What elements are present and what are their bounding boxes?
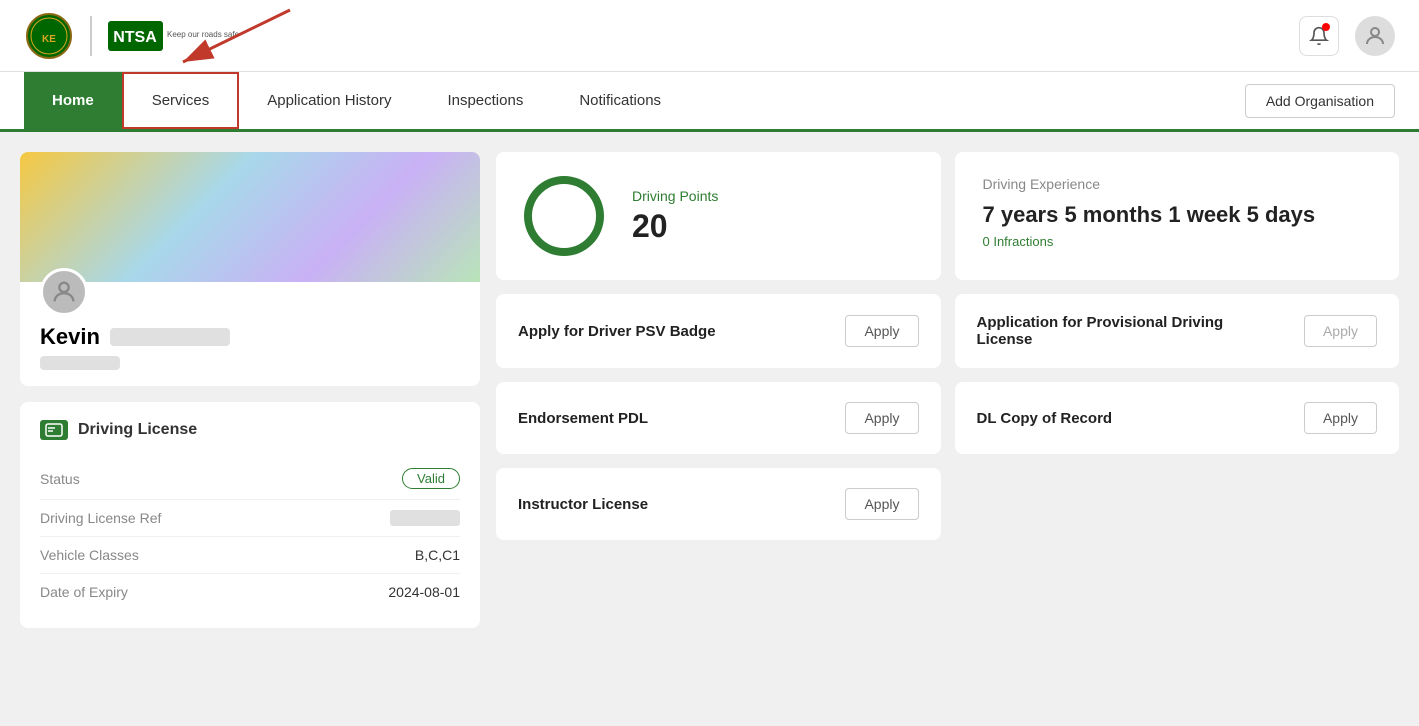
nav-left: Home Services Application History Inspec…	[24, 72, 689, 129]
nav-inspections[interactable]: Inspections	[419, 72, 551, 129]
service-card-4: Instructor License Apply	[496, 468, 941, 540]
nav-home-label: Home	[52, 92, 94, 109]
profile-card: Kevin	[20, 152, 480, 386]
apply-label-2: Apply	[864, 410, 899, 426]
license-title: Driving License	[78, 421, 197, 439]
ntsa-logo: NTSA Keep our roads safe	[108, 13, 239, 58]
service-card-3: DL Copy of Record Apply	[955, 382, 1400, 454]
experience-value: 7 years 5 months 1 week 5 days	[983, 202, 1372, 228]
main-content: Kevin Driving License Status	[0, 132, 1419, 726]
points-label: Driving Points	[632, 188, 718, 204]
license-card: Driving License Status Valid Driving Lic…	[20, 402, 480, 628]
vehicle-classes-value: B,C,C1	[415, 547, 460, 563]
id-blur	[40, 356, 120, 370]
add-org-label: Add Organisation	[1266, 93, 1374, 109]
vehicle-classes-row: Vehicle Classes B,C,C1	[40, 537, 460, 574]
status-label: Status	[40, 471, 80, 487]
service-name-4: Instructor License	[518, 496, 648, 513]
nav-app-history[interactable]: Application History	[239, 72, 419, 129]
service-card-1: Application for Provisional Driving Lice…	[955, 294, 1400, 368]
profile-info: Kevin	[20, 282, 480, 386]
apply-button-2[interactable]: Apply	[845, 402, 918, 434]
logo-divider	[90, 16, 92, 56]
left-panel: Kevin Driving License Status	[20, 152, 480, 706]
apply-button-4[interactable]: Apply	[845, 488, 918, 520]
nav-app-history-label: Application History	[267, 92, 391, 109]
vehicle-classes-label: Vehicle Classes	[40, 547, 139, 563]
user-avatar[interactable]	[1355, 16, 1395, 56]
avatar	[40, 268, 88, 316]
bell-button[interactable]	[1299, 16, 1339, 56]
header-right	[1299, 16, 1395, 56]
notification-dot	[1322, 23, 1330, 31]
add-organisation-button[interactable]: Add Organisation	[1245, 84, 1395, 118]
points-value: 20	[632, 208, 718, 245]
service-name-3: DL Copy of Record	[977, 410, 1113, 427]
right-panel: Driving Points 20 Driving Experience 7 y…	[496, 152, 1399, 706]
gov-logo: KE	[24, 11, 74, 61]
apply-button-3[interactable]: Apply	[1304, 402, 1377, 434]
expiry-value: 2024-08-01	[388, 584, 460, 600]
top-row: Driving Points 20 Driving Experience 7 y…	[496, 152, 1399, 280]
svg-text:KE: KE	[42, 34, 56, 45]
nav-services-label: Services	[152, 92, 210, 109]
driving-points-card: Driving Points 20	[496, 152, 941, 280]
apply-label-0: Apply	[864, 323, 899, 339]
header: KE NTSA Keep our roads safe	[0, 0, 1419, 72]
first-name: Kevin	[40, 324, 100, 350]
apply-label-3: Apply	[1323, 410, 1358, 426]
nav-notifications-label: Notifications	[579, 92, 661, 109]
profile-name: Kevin	[40, 324, 460, 350]
expiry-row: Date of Expiry 2024-08-01	[40, 574, 460, 610]
license-icon	[40, 420, 68, 440]
apply-button-0[interactable]: Apply	[845, 315, 918, 347]
status-row: Status Valid	[40, 458, 460, 500]
header-left: KE NTSA Keep our roads safe	[24, 11, 239, 61]
service-name-2: Endorsement PDL	[518, 410, 648, 427]
infractions-value: 0 Infractions	[983, 234, 1372, 249]
service-card-0: Apply for Driver PSV Badge Apply	[496, 294, 941, 368]
ntsa-tagline: Keep our roads safe	[167, 30, 239, 40]
main-nav: Home Services Application History Inspec…	[0, 72, 1419, 132]
apply-label-1: Apply	[1323, 323, 1358, 339]
experience-label: Driving Experience	[983, 176, 1372, 192]
name-blur	[110, 328, 230, 346]
dl-ref-label: Driving License Ref	[40, 510, 161, 526]
driving-experience-card: Driving Experience 7 years 5 months 1 we…	[955, 152, 1400, 280]
points-info: Driving Points 20	[632, 188, 718, 245]
status-badge: Valid	[402, 468, 460, 489]
service-name-0: Apply for Driver PSV Badge	[518, 323, 716, 340]
header-wrapper: KE NTSA Keep our roads safe	[0, 0, 1419, 72]
service-name-1: Application for Provisional Driving Lice…	[977, 314, 1237, 348]
apply-button-1[interactable]: Apply	[1304, 315, 1377, 347]
expiry-label: Date of Expiry	[40, 584, 128, 600]
dl-ref-row: Driving License Ref	[40, 500, 460, 537]
driving-points-gauge	[524, 176, 604, 256]
service-card-2: Endorsement PDL Apply	[496, 382, 941, 454]
license-header: Driving License	[40, 420, 460, 440]
svg-text:NTSA: NTSA	[113, 29, 157, 46]
nav-home[interactable]: Home	[24, 72, 122, 129]
nav-services[interactable]: Services	[122, 72, 240, 129]
apply-label-4: Apply	[864, 496, 899, 512]
dl-ref-blur	[390, 510, 460, 526]
nav-inspections-label: Inspections	[447, 92, 523, 109]
nav-notifications[interactable]: Notifications	[551, 72, 689, 129]
profile-banner	[20, 152, 480, 282]
services-grid: Apply for Driver PSV Badge Apply Applica…	[496, 294, 1399, 540]
